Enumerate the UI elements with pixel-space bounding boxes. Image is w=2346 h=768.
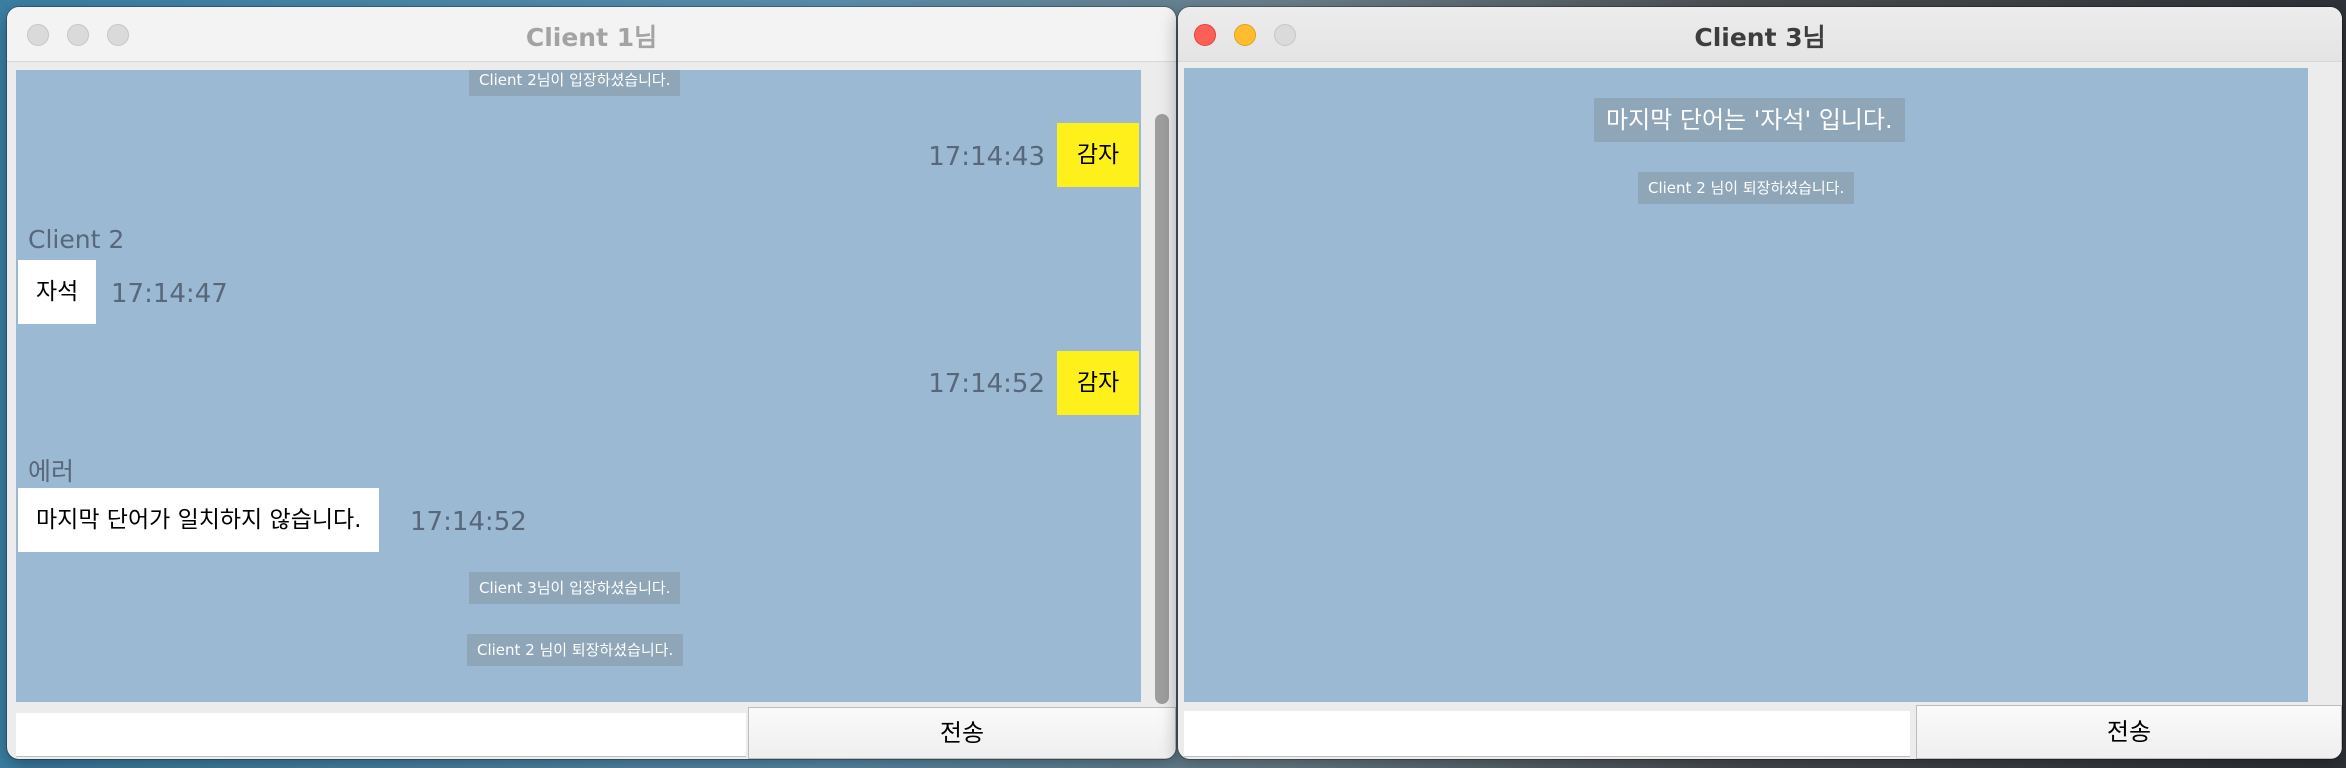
scrollbar-thumb[interactable]: [1155, 114, 1169, 704]
notice-leave-client-2: Client 2 님이 퇴장하셨습니다.: [1638, 172, 1855, 204]
other-message-bubble: 자석: [18, 260, 97, 324]
message-input[interactable]: [16, 713, 746, 757]
sender-name: Client 2: [28, 225, 125, 254]
message-time: 17:14:52: [410, 507, 527, 537]
chat-area[interactable]: Client 2님이 입장하셨습니다. 17:14:43 감자 Client 2…: [16, 70, 1141, 702]
window-title: Client 1님: [525, 23, 658, 52]
title-bar[interactable]: Client 1님: [7, 7, 1176, 62]
send-button[interactable]: 전송: [1916, 705, 2342, 759]
input-row: 전송: [1178, 705, 2342, 759]
notice-leave-client-2: Client 2 님이 퇴장하셨습니다.: [467, 634, 684, 666]
my-message-bubble: 감자: [1057, 351, 1139, 415]
message-input[interactable]: [1184, 711, 1910, 757]
window-title: Client 3님: [1694, 23, 1826, 52]
chat-area[interactable]: 마지막 단어는 '자석' 입니다. Client 2 님이 퇴장하셨습니다.: [1184, 68, 2308, 702]
message-time: 17:14:43: [928, 142, 1045, 172]
message-time: 17:14:52: [928, 369, 1045, 399]
other-message-bubble: 마지막 단어가 일치하지 않습니다.: [18, 488, 380, 552]
my-message-bubble: 감자: [1057, 123, 1139, 187]
sender-name: 에러: [28, 457, 75, 486]
message-time: 17:14:47: [111, 279, 228, 309]
input-row: 전송: [7, 707, 1176, 759]
send-button[interactable]: 전송: [748, 707, 1176, 759]
chat-window-client-1: Client 1님 Client 2님이 입장하셨습니다. 17:14:43 감…: [7, 7, 1176, 759]
notice-join-client-2: Client 2님이 입장하셨습니다.: [469, 70, 681, 96]
notice-join-client-3: Client 3님이 입장하셨습니다.: [469, 572, 681, 604]
chat-window-client-3: Client 3님 마지막 단어는 '자석' 입니다. Client 2 님이 …: [1178, 7, 2342, 759]
title-bar[interactable]: Client 3님: [1178, 7, 2342, 62]
vertical-scrollbar[interactable]: [1150, 70, 1174, 710]
notice-last-word: 마지막 단어는 '자석' 입니다.: [1594, 98, 1905, 142]
